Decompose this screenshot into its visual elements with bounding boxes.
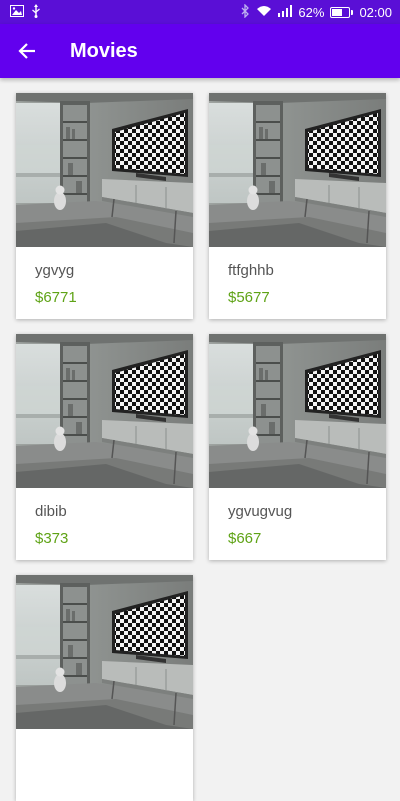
usb-icon <box>31 3 41 21</box>
battery-icon <box>330 6 354 18</box>
movie-name <box>35 744 193 762</box>
movie-price: $373 <box>35 530 69 547</box>
movie-card[interactable]: ftfghhb $5677 <box>209 93 386 319</box>
movie-price: $667 <box>228 530 262 547</box>
wifi-icon <box>256 5 272 20</box>
movie-name: ygvyg <box>35 262 75 279</box>
back-button[interactable] <box>0 24 54 78</box>
movie-name: dibib <box>35 503 67 520</box>
movie-price: $5677 <box>228 289 270 306</box>
status-bar: 62% 02:00 <box>0 0 400 24</box>
movie-card[interactable]: ygvyg $6771 <box>16 93 193 319</box>
clock: 02:00 <box>359 4 392 20</box>
arrow-back-icon <box>18 43 35 59</box>
movie-thumbnail <box>209 334 386 488</box>
movie-card[interactable]: ygvugvug $667 <box>209 334 386 560</box>
movie-thumbnail <box>209 93 386 247</box>
battery-percentage: 62% <box>298 4 325 20</box>
bluetooth-icon <box>240 2 250 21</box>
image-notification-icon <box>10 4 24 20</box>
status-left-icons <box>10 3 41 21</box>
movie-name: ftfghhb <box>228 262 274 279</box>
movie-thumbnail <box>16 93 193 247</box>
movie-card[interactable]: dibib $373 <box>16 334 193 560</box>
battery-level-fill <box>332 8 343 16</box>
page-title: Movies <box>70 39 138 62</box>
movie-name: ygvugvug <box>228 503 293 520</box>
signal-icon <box>278 4 293 20</box>
movie-card[interactable] <box>16 575 193 801</box>
movie-price: $6771 <box>35 289 77 306</box>
movie-thumbnail <box>16 334 193 488</box>
app-bar: Movies <box>0 24 400 78</box>
status-right-icons: 62% 02:00 <box>240 2 392 21</box>
movie-thumbnail <box>16 575 193 729</box>
movie-grid: ygvyg $6771 ftfghhb $5677 dibib $373 ygv… <box>16 93 386 801</box>
